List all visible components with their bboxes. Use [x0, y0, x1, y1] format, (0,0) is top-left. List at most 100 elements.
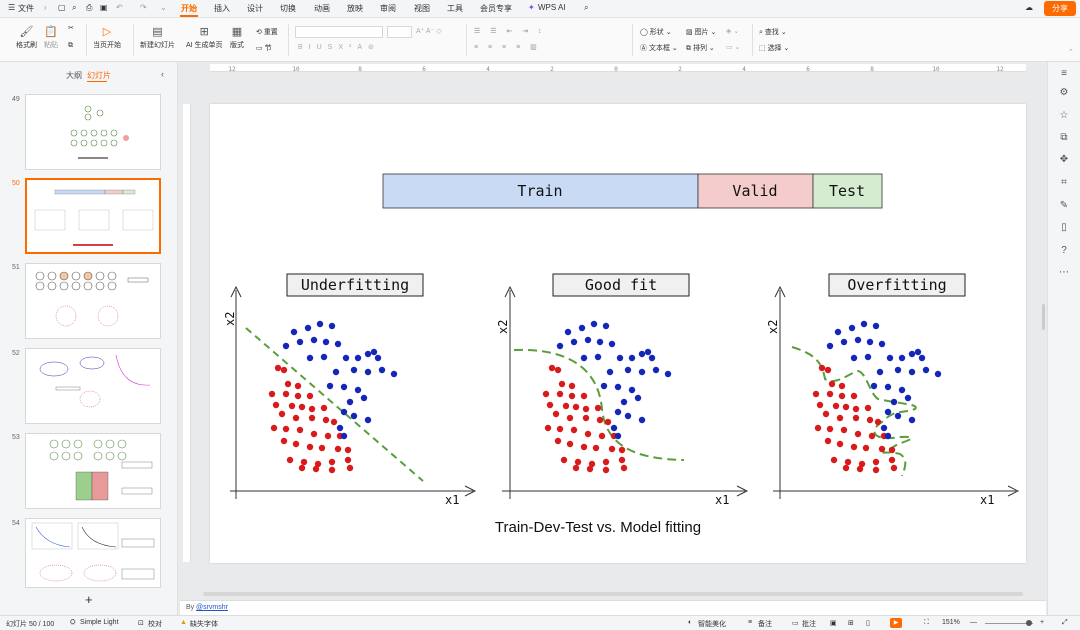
thumbnail-graphic: [31, 522, 155, 582]
slide-thumbnail-51[interactable]: [25, 263, 161, 339]
list-icons[interactable]: ☰ ☰ ⇤ ⇥ ↕: [474, 27, 546, 35]
section-button[interactable]: ▭ 节: [256, 43, 272, 53]
share-button[interactable]: 分享: [1044, 1, 1076, 16]
slide-thumbnail-53[interactable]: [25, 433, 161, 509]
fill-icon[interactable]: ◈ ⌄: [726, 27, 739, 35]
scroll-thumb[interactable]: [203, 592, 1023, 596]
new-file-icon[interactable]: ▢: [58, 3, 66, 12]
smart-beautify-button[interactable]: 智能美化: [698, 619, 726, 629]
slide-canvas[interactable]: Train Valid Test Underfitting Good fit O…: [210, 104, 1026, 563]
help-icon[interactable]: ?: [1057, 245, 1071, 256]
tab-view[interactable]: 视图: [414, 3, 430, 14]
paste-button[interactable]: 📋 粘贴: [44, 26, 58, 50]
redo-icon[interactable]: ↷: [140, 3, 147, 12]
more-icon[interactable]: ⌄: [160, 3, 167, 12]
missing-font-button[interactable]: 缺失字体: [190, 619, 218, 629]
tab-slides[interactable]: 幻灯片: [87, 70, 111, 81]
reading-view-icon[interactable]: ▯: [866, 619, 870, 627]
book-icon[interactable]: ▯: [1057, 222, 1071, 233]
zoom-in-icon[interactable]: +: [1040, 619, 1044, 626]
proofing-button[interactable]: 校对: [148, 619, 162, 629]
font-family-select[interactable]: [295, 26, 383, 38]
star-icon[interactable]: ☆: [1057, 110, 1071, 121]
dropdown-icon[interactable]: ›: [44, 3, 47, 12]
play-slideshow-button[interactable]: ▶: [890, 618, 902, 628]
settings-icon[interactable]: ⚙: [1057, 87, 1071, 98]
wps-ai-button[interactable]: WPS AI: [538, 3, 566, 12]
ruler-label: 6: [806, 66, 810, 72]
file-menu[interactable]: 文件: [18, 3, 34, 14]
tab-member[interactable]: 会员专享: [480, 3, 512, 14]
zoom-level[interactable]: 151%: [942, 619, 960, 626]
find-button[interactable]: ⌕ 查找 ⌄: [759, 27, 787, 37]
tab-insert[interactable]: 插入: [214, 3, 230, 14]
transform-icon[interactable]: ✥: [1057, 154, 1071, 165]
theme-name[interactable]: Simple Light: [80, 619, 119, 626]
font-grow-icon[interactable]: A⁺ A⁻ ◇: [416, 27, 442, 35]
tab-tools[interactable]: 工具: [447, 3, 463, 14]
print-icon[interactable]: ⎙: [86, 3, 92, 13]
play-from-current-button[interactable]: ▷ 当页开始: [93, 26, 121, 50]
fullscreen-icon[interactable]: ⤢: [1062, 619, 1068, 627]
arrange-button[interactable]: ⧉ 排列 ⌄: [686, 43, 715, 53]
vertical-scrollbar[interactable]: [1042, 304, 1045, 330]
shape-button[interactable]: ◯ 形状 ⌄: [640, 27, 672, 37]
layout-button[interactable]: ▦ 版式: [230, 26, 244, 50]
notes-button[interactable]: 备注: [758, 619, 772, 629]
zoom-out-icon[interactable]: —: [970, 619, 977, 626]
menu-icon[interactable]: ≡: [1057, 68, 1071, 79]
cloud-icon[interactable]: ☁: [1025, 3, 1033, 12]
collapse-ribbon-icon[interactable]: ⌃: [1068, 48, 1074, 56]
copy-icon[interactable]: ⧉: [68, 42, 73, 50]
slide-thumbnail-49[interactable]: [25, 94, 161, 170]
tab-design[interactable]: 设计: [247, 3, 263, 14]
add-slide-button[interactable]: +: [85, 592, 93, 607]
format-painter-button[interactable]: 🖌 格式刷: [16, 26, 37, 50]
fit-icon[interactable]: ⛶: [924, 619, 929, 627]
outline-icon[interactable]: ▭ ⌄: [726, 43, 740, 51]
blue-point: [602, 322, 610, 330]
tab-slideshow[interactable]: 放映: [347, 3, 363, 14]
textbox-label: 文本框: [648, 45, 670, 52]
font-size-select[interactable]: [387, 26, 412, 38]
reset-button[interactable]: ⟲ 重置: [256, 27, 278, 37]
notes-area[interactable]: By @srvmshr: [180, 600, 1046, 615]
crop-icon[interactable]: ⌗: [1057, 177, 1071, 188]
open-icon[interactable]: ⌕: [72, 3, 76, 13]
align-icons[interactable]: ≡ ≡ ≡ ≡ ▥: [474, 43, 541, 51]
textbox-button[interactable]: Ⓐ 文本框 ⌄: [640, 43, 678, 53]
select-button[interactable]: ⬚ 选择 ⌄: [759, 43, 789, 53]
normal-view-icon[interactable]: ▣: [830, 619, 837, 627]
horizontal-scrollbar[interactable]: [193, 591, 1033, 597]
font-style-icons[interactable]: BIUSX²A⊘: [298, 43, 380, 51]
new-slide-button[interactable]: ▤ 新建幻灯片: [140, 26, 175, 50]
slide-thumbnail-52[interactable]: [25, 348, 161, 424]
tab-transition[interactable]: 切换: [280, 3, 296, 14]
tab-animation[interactable]: 动画: [314, 3, 330, 14]
slide-thumbnail-54[interactable]: [25, 518, 161, 588]
tab-outline[interactable]: 大纲: [66, 70, 82, 81]
tab-review[interactable]: 审阅: [380, 3, 396, 14]
menu-icon[interactable]: ☰: [8, 3, 15, 12]
sorter-view-icon[interactable]: ⊞: [848, 619, 854, 627]
edit-icon[interactable]: ✎: [1057, 200, 1071, 211]
ruler-label: 10: [292, 66, 300, 72]
red-point: [822, 410, 830, 418]
ai-generate-button[interactable]: ⊞ AI 生成单页: [186, 26, 223, 50]
cut-icon[interactable]: ✂: [68, 24, 74, 32]
picture-button[interactable]: ▨ 图片 ⌄: [686, 27, 716, 37]
collapse-panel-icon[interactable]: ‹: [161, 69, 164, 79]
comments-button[interactable]: 批注: [802, 619, 816, 629]
zoom-slider-handle[interactable]: [1026, 620, 1032, 626]
slide-thumbnail-50[interactable]: [25, 178, 161, 254]
tab-home[interactable]: 开始: [181, 3, 197, 14]
more-icon[interactable]: ⋯: [1057, 267, 1071, 278]
export-icon[interactable]: ▣: [100, 3, 108, 12]
undo-icon[interactable]: ↶: [116, 3, 123, 12]
red-point: [286, 456, 294, 464]
ruler-label: 4: [486, 66, 490, 72]
search-icon[interactable]: ⌕: [584, 3, 588, 13]
author-link[interactable]: @srvmshr: [196, 604, 228, 611]
red-point: [344, 446, 352, 454]
copy-icon[interactable]: ⧉: [1057, 132, 1071, 143]
